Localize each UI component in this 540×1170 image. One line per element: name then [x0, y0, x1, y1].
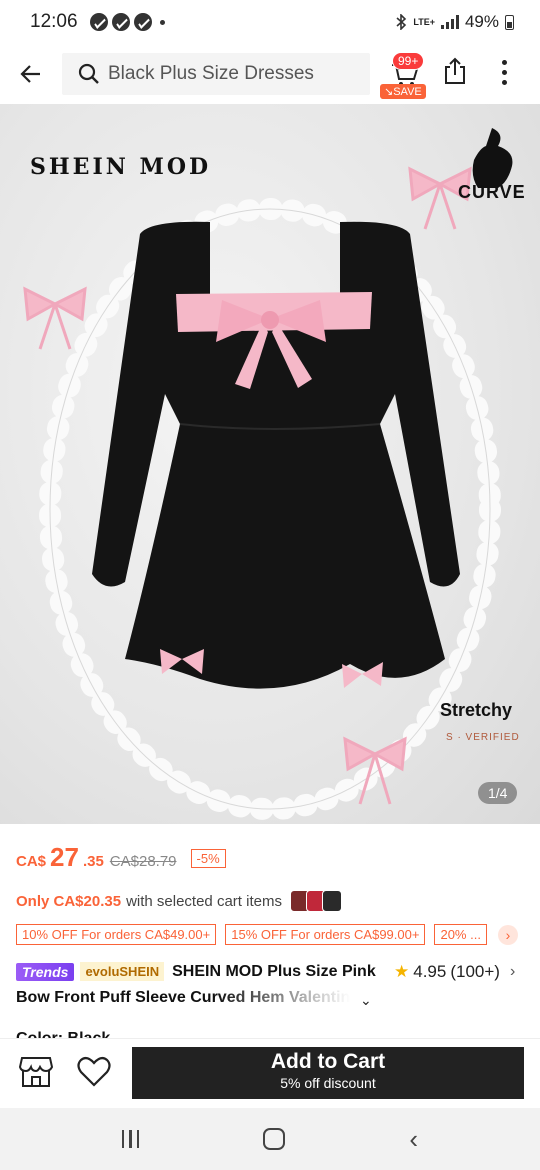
trends-badge: Trends: [16, 962, 75, 981]
curve-logo: CURVE: [458, 182, 526, 202]
original-price: CA$28.79: [109, 853, 177, 870]
share-button[interactable]: [440, 56, 472, 88]
more-options-button[interactable]: [492, 56, 516, 88]
product-title[interactable]: Trends evoluSHEIN SHEIN MOD Plus Size Pi…: [16, 962, 526, 1009]
add-to-cart-label: Add to Cart: [270, 1050, 386, 1073]
search-input[interactable]: Black Plus Size Dresses: [62, 53, 370, 95]
status-time: 12:06: [30, 11, 78, 32]
network-type: LTE+: [413, 16, 435, 27]
system-nav-bar: ‹: [0, 1108, 540, 1170]
image-counter: 1/4: [478, 782, 518, 804]
price-main: 27: [50, 842, 79, 872]
stretchy-label: Stretchy: [440, 700, 513, 720]
cart-item-thumbnails: [289, 890, 342, 912]
product-image-carousel[interactable]: SHEIN MOD CURVE Stretchy S · VERIFIED 1/…: [0, 104, 540, 824]
store-icon: [18, 1057, 54, 1087]
more-notifications-dot: [159, 19, 165, 25]
evolushein-badge: evoluSHEIN: [80, 962, 165, 981]
bluetooth-icon: [396, 14, 407, 30]
verified-label: S · VERIFIED: [446, 732, 520, 743]
messenger-notification-icons: [89, 13, 152, 31]
back-button[interactable]: [0, 44, 62, 104]
recent-apps-icon[interactable]: [121, 1130, 140, 1148]
promo-row[interactable]: 10% OFF For orders CA$49.00+ 15% OFF For…: [16, 924, 518, 945]
shein-mod-logo: SHEIN MOD: [30, 154, 212, 180]
battery-icon: [505, 14, 514, 30]
cart-count-badge: 99+: [392, 52, 425, 70]
cart-offer-price: Only CA$20.35: [16, 892, 122, 910]
rating-value: 4.95: [413, 962, 447, 981]
wishlist-button[interactable]: [76, 1055, 114, 1091]
status-bar: 12:06 LTE+ 49%: [0, 0, 540, 44]
promo-tag[interactable]: 15% OFF For orders CA$99.00+: [225, 924, 426, 945]
heart-icon: [77, 1056, 111, 1087]
top-header: Black Plus Size Dresses 99+ ↘SAVE: [0, 44, 540, 104]
add-to-cart-button[interactable]: Add to Cart 5% off discount: [132, 1047, 524, 1099]
share-icon: [445, 57, 465, 84]
price-row: CA$ 27 .35 CA$28.79 -5%: [16, 842, 226, 873]
promo-more-chevron-icon[interactable]: ›: [497, 924, 518, 945]
cart-offer[interactable]: Only CA$20.35 with selected cart items: [16, 890, 342, 912]
search-icon: [78, 63, 99, 84]
discount-badge: -5%: [190, 849, 226, 868]
store-button[interactable]: [18, 1055, 54, 1091]
promo-tag[interactable]: 10% OFF For orders CA$49.00+: [16, 924, 217, 945]
save-label: SAVE: [393, 86, 422, 98]
system-back-icon[interactable]: ‹: [409, 1124, 418, 1155]
title-line-2: Bow Front Puff Sleeve Curved Hem Valenti…: [16, 989, 351, 1006]
chevron-right-icon: ›: [509, 963, 516, 980]
home-icon[interactable]: [263, 1128, 286, 1150]
search-query: Black Plus Size Dresses: [108, 63, 314, 84]
battery-percent: 49%: [464, 12, 499, 31]
back-arrow-icon: [20, 65, 40, 83]
title-line-1: SHEIN MOD Plus Size Pink: [172, 962, 376, 980]
promo-tag[interactable]: 20% ...: [434, 924, 487, 945]
add-to-cart-discount: 5% off discount: [280, 1075, 376, 1091]
save-badge: ↘SAVE: [380, 84, 426, 99]
price-cents: .35: [82, 853, 104, 870]
cart-button[interactable]: 99+ ↘SAVE: [380, 48, 432, 100]
signal-icon: [440, 15, 459, 29]
star-icon: ★: [394, 962, 410, 981]
price-currency: CA$: [16, 853, 47, 870]
review-count: (100+): [450, 962, 500, 981]
expand-title-chevron-icon[interactable]: ⌄: [360, 992, 372, 1009]
rating[interactable]: ★ 4.95 (100+) ›: [394, 962, 515, 982]
cart-offer-text: with selected cart items: [126, 892, 282, 910]
bottom-action-bar: Add to Cart 5% off discount: [0, 1038, 540, 1108]
